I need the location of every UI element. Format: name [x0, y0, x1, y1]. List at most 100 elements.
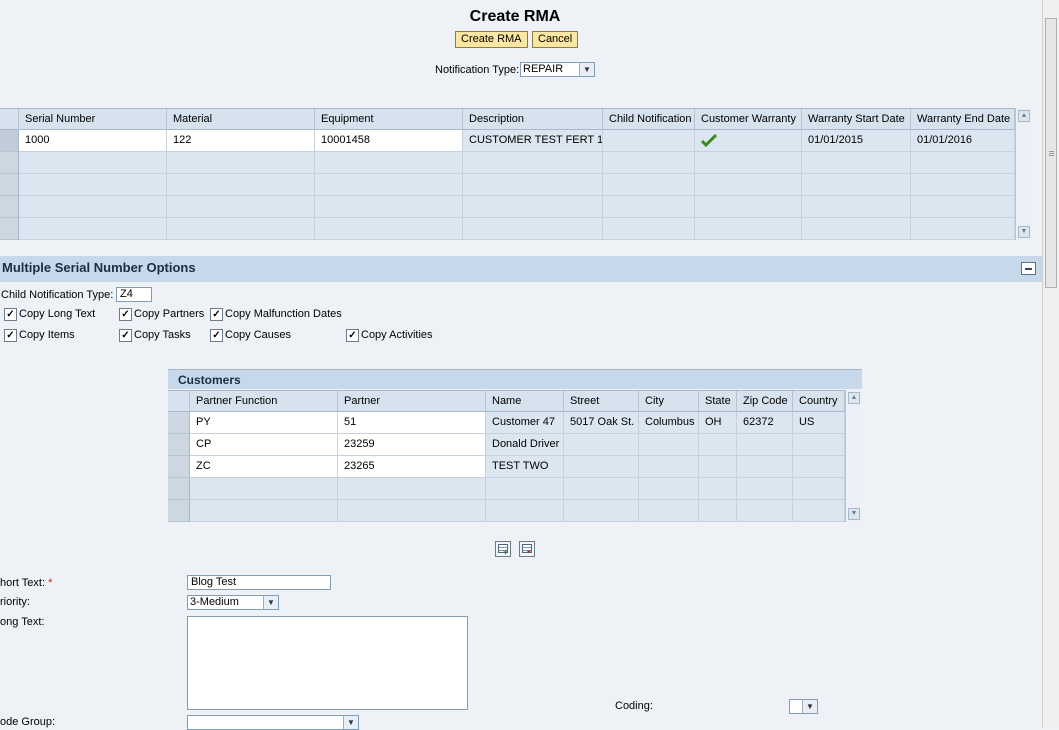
partner-function-cell[interactable]: PY [190, 412, 338, 434]
col-street[interactable]: Street [564, 391, 639, 412]
row-selector[interactable] [168, 478, 190, 500]
country-cell [793, 456, 845, 478]
description-cell: CUSTOMER TEST FERT 17 [463, 130, 603, 152]
partner-function-cell[interactable]: CP [190, 434, 338, 456]
row-selector[interactable] [0, 196, 19, 218]
chevron-down-icon[interactable]: ▼ [802, 700, 817, 713]
empty-cell[interactable] [167, 174, 315, 196]
empty-cell[interactable] [167, 196, 315, 218]
state-cell [699, 456, 737, 478]
col-equipment[interactable]: Equipment [315, 109, 463, 130]
select-all-column[interactable] [168, 391, 190, 412]
empty-cell[interactable] [315, 196, 463, 218]
col-warranty-start-date[interactable]: Warranty Start Date [802, 109, 911, 130]
zip-code-cell [737, 456, 793, 478]
empty-cell[interactable] [167, 152, 315, 174]
copy-tasks-label: Copy Tasks [134, 329, 191, 341]
col-child-notification[interactable]: Child Notification [603, 109, 695, 130]
delete-row-icon[interactable]: - [519, 541, 535, 557]
material-cell[interactable]: 122 [167, 130, 315, 152]
col-country[interactable]: Country [793, 391, 845, 412]
partner-cell[interactable]: 23259 [338, 434, 486, 456]
row-selector[interactable] [168, 456, 190, 478]
collapse-icon[interactable] [1021, 262, 1036, 275]
scroll-up-icon[interactable]: ▲ [848, 392, 860, 404]
empty-cell[interactable] [19, 174, 167, 196]
customers-table-scrollbar[interactable]: ▲ ▼ [845, 390, 862, 522]
chevron-down-icon[interactable]: ▼ [343, 716, 358, 729]
copy-items-checkbox[interactable]: ✓ [4, 329, 17, 342]
col-city[interactable]: City [639, 391, 699, 412]
short-text-input[interactable]: Blog Test [187, 575, 331, 590]
row-selector[interactable] [0, 218, 19, 240]
empty-cell[interactable] [338, 478, 486, 500]
chevron-down-icon[interactable]: ▼ [579, 63, 594, 76]
chevron-down-icon[interactable]: ▼ [263, 596, 278, 609]
equipment-cell[interactable]: 10001458 [315, 130, 463, 152]
select-all-column[interactable] [0, 109, 19, 130]
empty-cell[interactable] [19, 152, 167, 174]
col-serial-number[interactable]: Serial Number [19, 109, 167, 130]
row-selector[interactable] [0, 152, 19, 174]
row-selector[interactable] [168, 500, 190, 522]
empty-cell[interactable] [190, 500, 338, 522]
col-partner[interactable]: Partner [338, 391, 486, 412]
country-cell: US [793, 412, 845, 434]
cancel-button[interactable]: Cancel [532, 31, 579, 48]
row-selector[interactable] [168, 412, 190, 434]
options-section-title: Multiple Serial Number Options [2, 260, 196, 275]
coding-select[interactable]: ▼ [789, 699, 818, 714]
col-description[interactable]: Description [463, 109, 603, 130]
copy-malfunction-dates-checkbox[interactable]: ✓ [210, 308, 223, 321]
empty-cell[interactable] [315, 218, 463, 240]
scroll-down-icon[interactable]: ▼ [848, 508, 860, 520]
empty-cell[interactable] [315, 152, 463, 174]
create-rma-button[interactable]: Create RMA [455, 31, 528, 48]
copy-causes-checkbox[interactable]: ✓ [210, 329, 223, 342]
empty-cell [564, 500, 639, 522]
empty-cell [737, 478, 793, 500]
notification-type-select[interactable]: REPAIR ▼ [520, 62, 595, 77]
col-zip-code[interactable]: Zip Code [737, 391, 793, 412]
empty-cell [463, 196, 603, 218]
col-material[interactable]: Material [167, 109, 315, 130]
serial-table-scrollbar[interactable]: ▲ ▼ [1015, 108, 1032, 240]
partner-cell[interactable]: 23265 [338, 456, 486, 478]
page-scrollbar[interactable] [1042, 0, 1059, 728]
empty-cell [603, 218, 695, 240]
partner-cell[interactable]: 51 [338, 412, 486, 434]
serial-number-cell[interactable]: 1000 [19, 130, 167, 152]
copy-activities-checkbox[interactable]: ✓ [346, 329, 359, 342]
add-row-icon[interactable]: + [495, 541, 511, 557]
empty-cell[interactable] [338, 500, 486, 522]
partner-function-cell[interactable]: ZC [190, 456, 338, 478]
copy-tasks-checkbox[interactable]: ✓ [119, 329, 132, 342]
street-cell [564, 434, 639, 456]
copy-partners-checkbox[interactable]: ✓ [119, 308, 132, 321]
col-partner-function[interactable]: Partner Function [190, 391, 338, 412]
row-selector[interactable] [0, 130, 19, 152]
col-customer-warranty[interactable]: Customer Warranty [695, 109, 802, 130]
name-cell: TEST TWO [486, 456, 564, 478]
empty-cell [603, 196, 695, 218]
col-state[interactable]: State [699, 391, 737, 412]
country-cell [793, 434, 845, 456]
empty-cell[interactable] [19, 196, 167, 218]
empty-cell[interactable] [190, 478, 338, 500]
row-selector[interactable] [168, 434, 190, 456]
child-notification-type-input[interactable]: Z4 [116, 287, 152, 302]
col-warranty-end-date[interactable]: Warranty End Date [911, 109, 1015, 130]
empty-cell[interactable] [19, 218, 167, 240]
priority-select[interactable]: 3-Medium ▼ [187, 595, 279, 610]
long-text-area[interactable] [187, 616, 468, 710]
scrollbar-thumb[interactable] [1045, 18, 1057, 288]
copy-long-text-checkbox[interactable]: ✓ [4, 308, 17, 321]
empty-cell[interactable] [315, 174, 463, 196]
serial-table-body: 1000 122 10001458 CUSTOMER TEST FERT 17 … [0, 130, 1015, 240]
scroll-down-icon[interactable]: ▼ [1018, 226, 1030, 238]
col-name[interactable]: Name [486, 391, 564, 412]
scroll-up-icon[interactable]: ▲ [1018, 110, 1030, 122]
row-selector[interactable] [0, 174, 19, 196]
empty-cell[interactable] [167, 218, 315, 240]
empty-cell [802, 174, 911, 196]
